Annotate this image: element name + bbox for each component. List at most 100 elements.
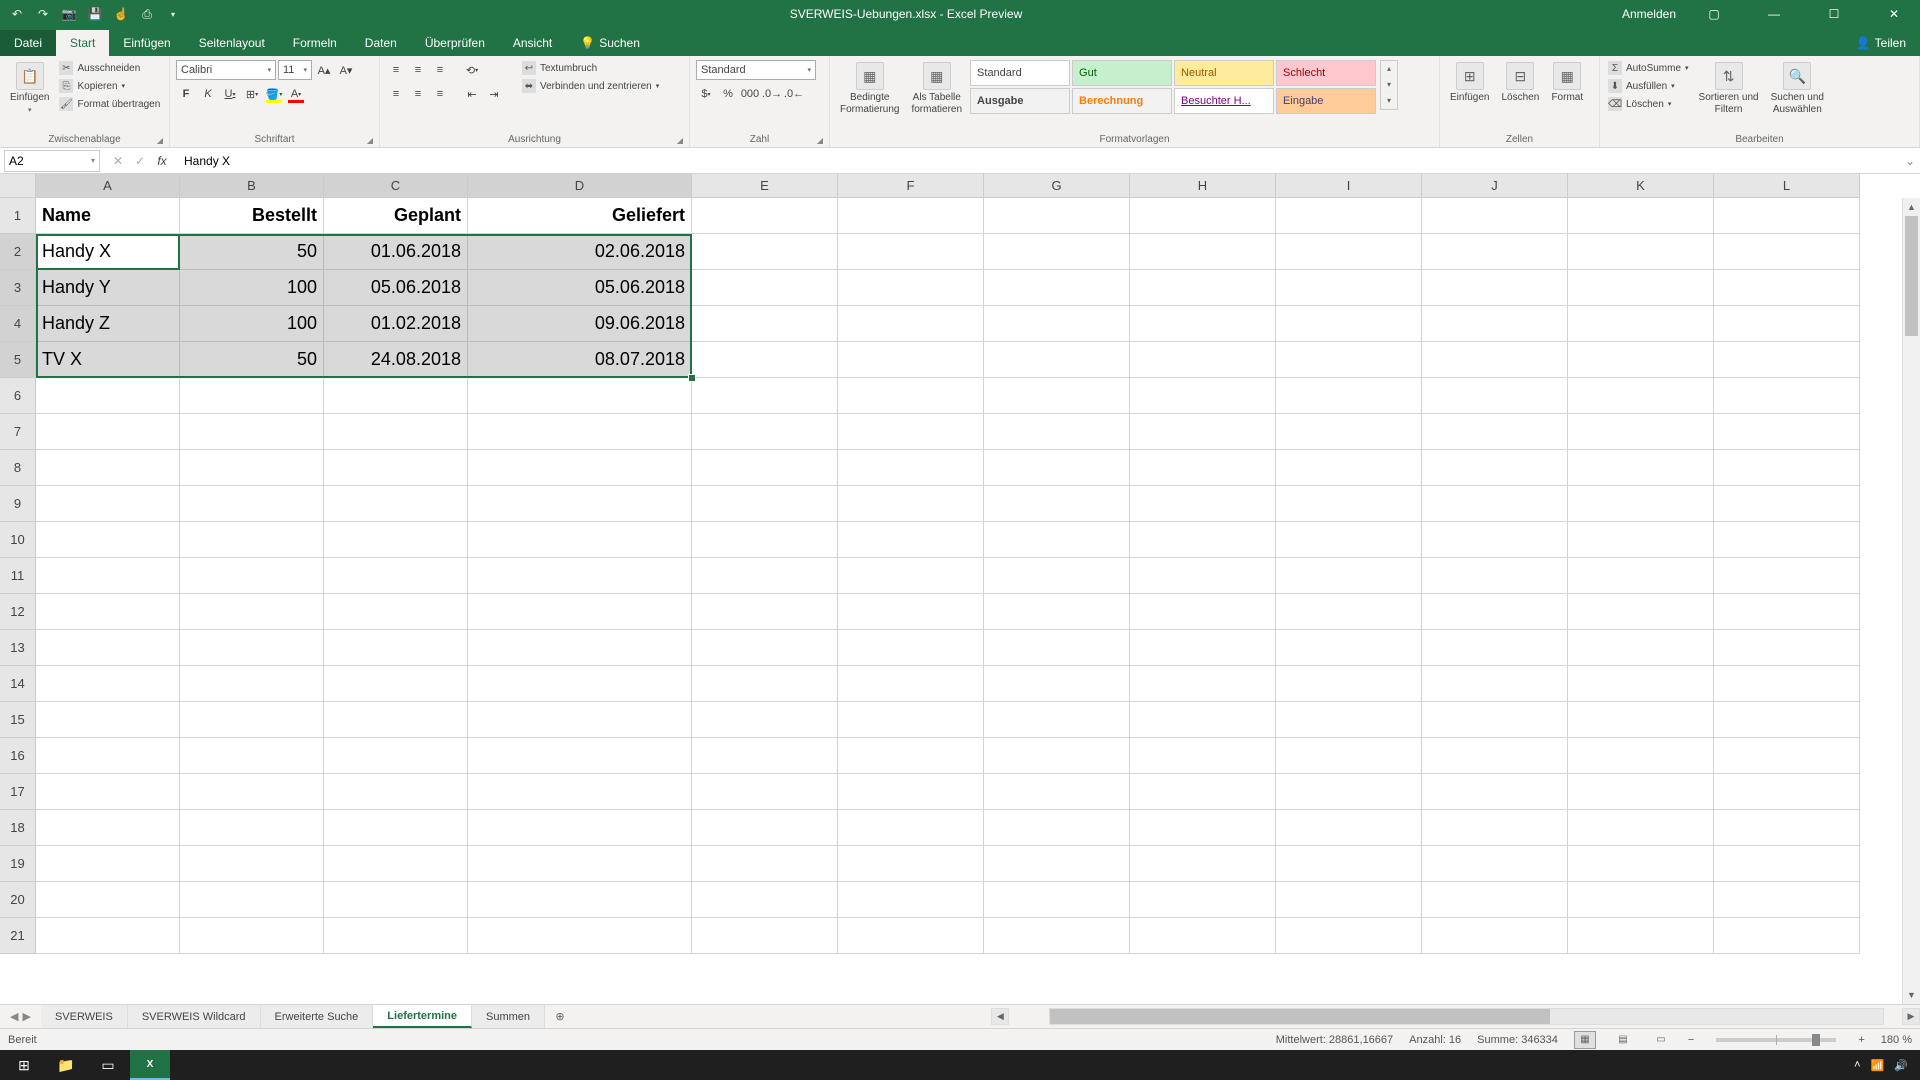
ribbon-display-icon[interactable]: ▢ [1692,0,1736,28]
cell[interactable] [180,378,324,414]
hscroll-right-icon[interactable]: ▶ [1902,1008,1920,1025]
cell[interactable] [468,738,692,774]
tray-network-icon[interactable]: 📶 [1871,1059,1885,1072]
format-cells-button[interactable]: ▦Format [1547,60,1587,106]
expand-formula-bar-icon[interactable]: ⌄ [1900,154,1920,168]
tab-datei[interactable]: Datei [0,30,56,56]
cell[interactable] [180,666,324,702]
cell[interactable] [468,378,692,414]
dialog-launcher-icon[interactable]: ◢ [677,136,683,145]
cell[interactable] [1130,846,1276,882]
cell[interactable] [1568,342,1714,378]
fill-color-button[interactable]: 🪣▾ [264,84,284,104]
cell[interactable] [324,702,468,738]
cell[interactable] [692,594,838,630]
cell[interactable] [1714,450,1860,486]
cell[interactable] [1714,810,1860,846]
cell[interactable] [692,630,838,666]
column-header[interactable]: J [1422,174,1568,198]
cell[interactable] [838,774,984,810]
cell[interactable] [1568,414,1714,450]
view-pagelayout-button[interactable]: ▤ [1612,1031,1634,1049]
tab-suchen[interactable]: 💡Suchen [566,30,654,56]
cell[interactable] [1422,378,1568,414]
cell[interactable] [1568,846,1714,882]
cell[interactable] [984,486,1130,522]
column-header[interactable]: G [984,174,1130,198]
cell[interactable] [692,414,838,450]
cell[interactable] [1130,486,1276,522]
cell[interactable] [1276,270,1422,306]
grow-font-button[interactable]: A▴ [314,60,334,80]
font-color-button[interactable]: A▾ [286,84,306,104]
cell[interactable] [324,414,468,450]
cell[interactable] [180,486,324,522]
cell[interactable] [1568,234,1714,270]
cell[interactable] [468,414,692,450]
cell[interactable] [1714,270,1860,306]
conditional-formatting-button[interactable]: ▦Bedingte Formatierung [836,60,903,118]
maximize-button[interactable]: ☐ [1812,0,1856,28]
cell[interactable] [838,738,984,774]
cell[interactable] [984,774,1130,810]
style-neutral[interactable]: Neutral [1174,60,1274,86]
row-header[interactable]: 16 [0,738,36,774]
cell[interactable] [984,594,1130,630]
qat-customize-icon[interactable]: ▾ [164,5,182,23]
column-header[interactable]: D [468,174,692,198]
cell[interactable] [984,810,1130,846]
cell[interactable] [1130,198,1276,234]
cell[interactable] [1568,522,1714,558]
cell[interactable] [692,882,838,918]
cell[interactable] [1130,234,1276,270]
redo-icon[interactable]: ↷ [34,5,52,23]
cell[interactable] [838,558,984,594]
column-header[interactable]: F [838,174,984,198]
cell[interactable] [36,774,180,810]
view-normal-button[interactable]: ▦ [1574,1031,1596,1049]
cell[interactable] [36,378,180,414]
undo-icon[interactable]: ↶ [8,5,26,23]
cell[interactable]: Geliefert [468,198,692,234]
cell[interactable]: 05.06.2018 [468,270,692,306]
sheet-tab[interactable]: SVERWEIS [41,1005,128,1028]
cell[interactable] [468,882,692,918]
cell[interactable] [1130,414,1276,450]
cell[interactable]: Name [36,198,180,234]
close-button[interactable]: ✕ [1872,0,1916,28]
cancel-formula-icon[interactable]: ✕ [108,154,128,168]
cell[interactable] [468,774,692,810]
dialog-launcher-icon[interactable]: ◢ [817,136,823,145]
style-standard[interactable]: Standard [970,60,1070,86]
cell[interactable] [1422,342,1568,378]
enter-formula-icon[interactable]: ✓ [130,154,150,168]
sheet-tab[interactable]: Erweiterte Suche [261,1005,374,1028]
row-header[interactable]: 6 [0,378,36,414]
autosum-button[interactable]: ΣAutoSumme ▾ [1606,60,1691,76]
tray-volume-icon[interactable]: 🔊 [1894,1059,1908,1072]
cell[interactable] [180,846,324,882]
cell[interactable] [36,810,180,846]
cell[interactable]: 01.06.2018 [324,234,468,270]
cell[interactable] [36,702,180,738]
cell[interactable] [1714,522,1860,558]
cell[interactable] [468,810,692,846]
row-header[interactable]: 19 [0,846,36,882]
view-pagebreak-button[interactable]: ▭ [1650,1031,1672,1049]
system-tray[interactable]: ˄ 📶 🔊 [1846,1059,1916,1072]
row-header[interactable]: 4 [0,306,36,342]
app-button[interactable]: ▭ [88,1050,128,1080]
cell[interactable] [692,234,838,270]
cell[interactable] [692,918,838,954]
cell[interactable]: 05.06.2018 [324,270,468,306]
cell[interactable] [468,630,692,666]
cell[interactable]: Handy Z [36,306,180,342]
cell[interactable] [984,522,1130,558]
cell[interactable] [984,666,1130,702]
add-sheet-button[interactable]: ⊕ [545,1005,575,1028]
wrap-text-button[interactable]: ↩Textumbruch [520,60,661,76]
cell[interactable] [984,234,1130,270]
cell[interactable] [838,630,984,666]
cell[interactable] [1714,918,1860,954]
row-header[interactable]: 2 [0,234,36,270]
